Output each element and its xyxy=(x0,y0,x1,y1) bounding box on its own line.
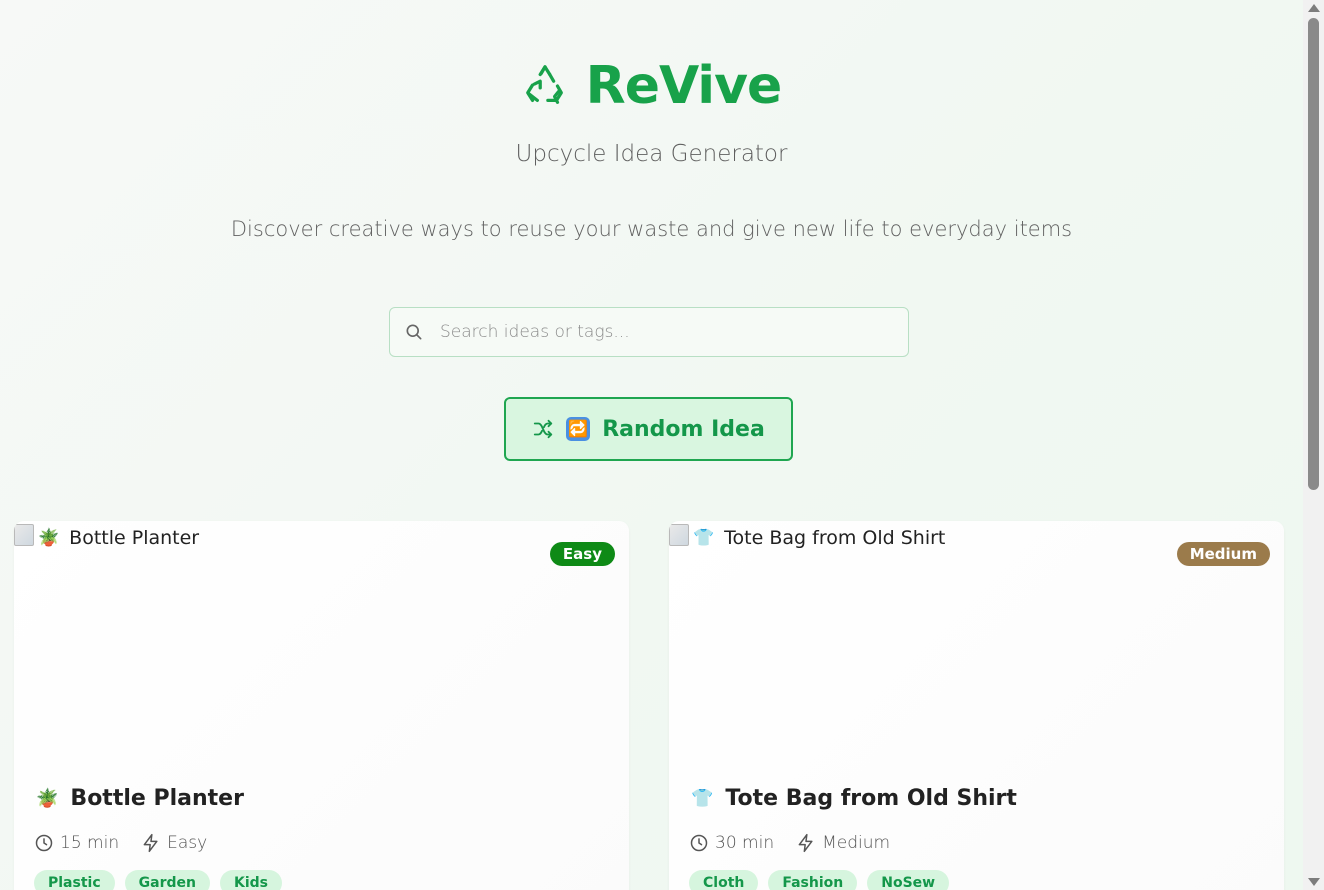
tag-chip[interactable]: Kids xyxy=(219,870,282,890)
vertical-scrollbar[interactable] xyxy=(1303,0,1324,890)
card-meta: 30 min Medium xyxy=(689,833,912,853)
clock-icon xyxy=(690,834,708,852)
card-image-alt: Tote Bag from Old Shirt xyxy=(724,527,946,549)
plant-icon: 🪴 xyxy=(36,788,59,809)
time-value: 15 min xyxy=(60,833,120,853)
random-idea-label: Random Idea xyxy=(602,416,765,442)
idea-card[interactable]: 👕 Tote Bag from Old Shirt Medium 👕 Tote … xyxy=(669,521,1284,890)
shuffle-icon xyxy=(534,419,553,439)
scrollbar-thumb[interactable] xyxy=(1308,18,1319,490)
difficulty-meta: Easy xyxy=(141,833,207,853)
card-title: Bottle Planter xyxy=(70,786,244,811)
card-title: Tote Bag from Old Shirt xyxy=(725,786,1017,811)
repeat-icon: 🔁 xyxy=(566,417,591,441)
time-value: 30 min xyxy=(715,833,775,853)
tag-chip[interactable]: Garden xyxy=(124,870,210,890)
time-meta: 30 min xyxy=(689,833,774,853)
random-idea-button[interactable]: 🔁 Random Idea xyxy=(504,397,793,461)
card-meta: 15 min Easy xyxy=(34,833,229,853)
app-subtitle: Upcycle Idea Generator xyxy=(515,141,788,167)
plant-icon: 🪴 xyxy=(38,528,60,548)
difficulty-badge: Easy xyxy=(549,542,615,566)
tag-chip[interactable]: Cloth xyxy=(689,870,759,890)
app-title: ReVive xyxy=(585,56,783,116)
search-icon xyxy=(406,324,422,340)
time-meta: 15 min xyxy=(34,833,119,853)
scroll-up-icon[interactable] xyxy=(1308,4,1320,12)
idea-card[interactable]: 🪴 Bottle Planter Easy 🪴 Bottle Planter 1… xyxy=(14,521,629,890)
scroll-down-icon[interactable] xyxy=(1308,878,1320,886)
broken-image-icon xyxy=(14,524,34,546)
tag-chip[interactable]: Fashion xyxy=(768,870,858,890)
difficulty-value: Easy xyxy=(167,833,208,853)
page: ReVive Upcycle Idea Generator Discover c… xyxy=(0,0,1303,890)
shirt-icon: 👕 xyxy=(693,528,715,548)
card-image: 🪴 Bottle Planter xyxy=(14,521,199,555)
difficulty-value: Medium xyxy=(822,833,891,853)
recycle-icon xyxy=(525,65,563,104)
clock-icon xyxy=(35,834,53,852)
app-tagline: Discover creative ways to reuse your was… xyxy=(230,217,1073,241)
search-box xyxy=(389,307,909,357)
search-input[interactable] xyxy=(440,322,908,342)
lightning-icon xyxy=(143,833,158,853)
difficulty-badge: Medium xyxy=(1176,542,1270,566)
tag-list: Plastic Garden Kids xyxy=(34,870,282,890)
card-image-alt: Bottle Planter xyxy=(69,527,200,549)
tag-chip[interactable]: Plastic xyxy=(34,870,115,890)
tag-chip[interactable]: NoSew xyxy=(867,870,950,890)
card-image: 👕 Tote Bag from Old Shirt xyxy=(669,521,945,555)
card-title-row: 👕 Tote Bag from Old Shirt xyxy=(691,786,1017,811)
lightning-icon xyxy=(798,833,813,853)
tag-list: Cloth Fashion NoSew xyxy=(689,870,950,890)
app-header: ReVive xyxy=(0,56,1303,116)
card-title-row: 🪴 Bottle Planter xyxy=(36,786,244,811)
broken-image-icon xyxy=(669,524,689,546)
shirt-icon: 👕 xyxy=(691,788,714,809)
difficulty-meta: Medium xyxy=(796,833,890,853)
